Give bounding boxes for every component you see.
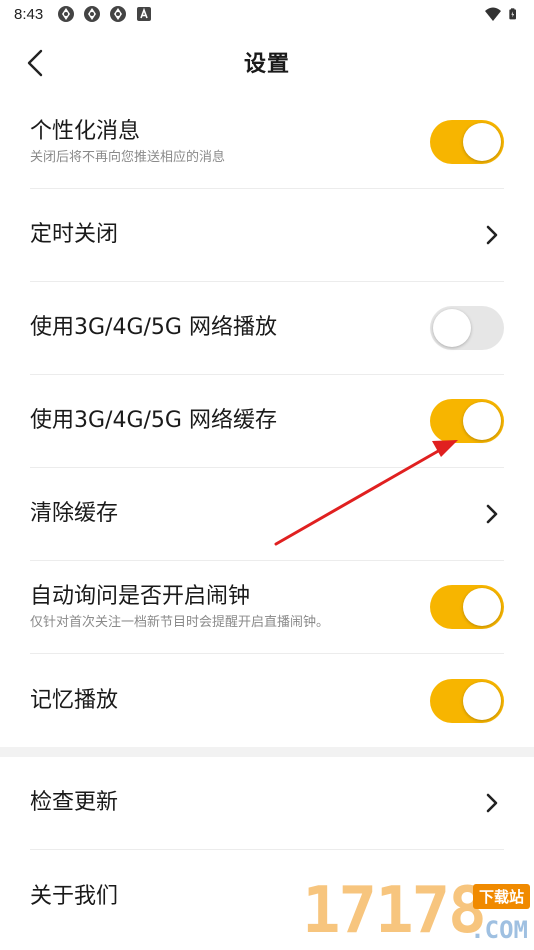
setting-subtitle: 仅针对首次关注一档新节目时会提醒开启直播闹钟。 (30, 614, 330, 630)
app-notification-icon (58, 6, 75, 22)
setting-title: 个性化消息 (30, 119, 141, 145)
watermark-logo: 17178 下载站 .COM (302, 874, 534, 950)
chevron-right-icon (482, 501, 502, 527)
battery-icon (509, 8, 516, 20)
personalized-messages-toggle[interactable] (430, 120, 504, 164)
auto-alarm-ask-toggle[interactable] (430, 585, 504, 629)
toggle-knob (463, 402, 501, 440)
setting-title: 记忆播放 (30, 687, 119, 713)
watermark-domain: .COM (470, 916, 528, 944)
toggle-knob (463, 681, 501, 720)
status-right (484, 5, 520, 23)
page-title: 设置 (243, 52, 290, 77)
nav-bar: 设置 (0, 28, 534, 96)
setting-row-clear-cache[interactable]: 清除缓存 (30, 468, 504, 561)
status-time: 8:43 (14, 5, 44, 23)
setting-row-check-update[interactable]: 检查更新 (30, 757, 504, 850)
setting-title: 关于我们 (30, 883, 119, 909)
app-notification-icon (110, 6, 127, 22)
status-left: 8:43 (14, 5, 153, 23)
status-bar: 8:43 (0, 0, 534, 28)
settings-group-1: 个性化消息 关闭后将不再向您推送相应的消息 定时关闭 使用3G/4G/5G 网络… (0, 96, 534, 747)
chevron-right-icon (482, 222, 502, 248)
setting-row-timer-close[interactable]: 定时关闭 (30, 189, 504, 282)
setting-subtitle: 关闭后将不再向您推送相应的消息 (30, 149, 226, 165)
chevron-right-icon (482, 790, 502, 816)
setting-title: 定时关闭 (30, 222, 119, 248)
setting-title: 清除缓存 (30, 501, 119, 527)
setting-row-personalized-messages: 个性化消息 关闭后将不再向您推送相应的消息 (30, 96, 504, 189)
watermark-tag: 下载站 (472, 884, 530, 909)
back-button[interactable] (18, 46, 52, 80)
accessibility-a-icon (137, 7, 152, 21)
setting-row-mobile-network-cache: 使用3G/4G/5G 网络缓存 (30, 375, 504, 468)
memory-playback-toggle[interactable] (430, 678, 504, 723)
mobile-network-cache-toggle[interactable] (430, 399, 504, 443)
wifi-icon (485, 7, 501, 21)
toggle-knob (433, 309, 471, 347)
setting-title: 使用3G/4G/5G 网络缓存 (30, 408, 277, 434)
setting-title: 自动询问是否开启闹钟 (30, 584, 251, 610)
setting-title: 检查更新 (30, 790, 119, 816)
watermark-digits: 17178 (302, 874, 487, 948)
setting-row-memory-playback: 记忆播放 (30, 654, 504, 747)
toggle-knob (463, 123, 501, 161)
setting-title: 使用3G/4G/5G 网络播放 (30, 315, 277, 341)
toggle-knob (463, 588, 501, 626)
section-divider (0, 747, 534, 757)
chevron-left-icon (27, 49, 43, 77)
setting-row-mobile-network-play: 使用3G/4G/5G 网络播放 (30, 282, 504, 375)
mobile-network-play-toggle[interactable] (430, 306, 504, 350)
app-notification-icon (84, 6, 101, 22)
setting-row-auto-alarm-ask: 自动询问是否开启闹钟 仅针对首次关注一档新节目时会提醒开启直播闹钟。 (30, 561, 504, 654)
